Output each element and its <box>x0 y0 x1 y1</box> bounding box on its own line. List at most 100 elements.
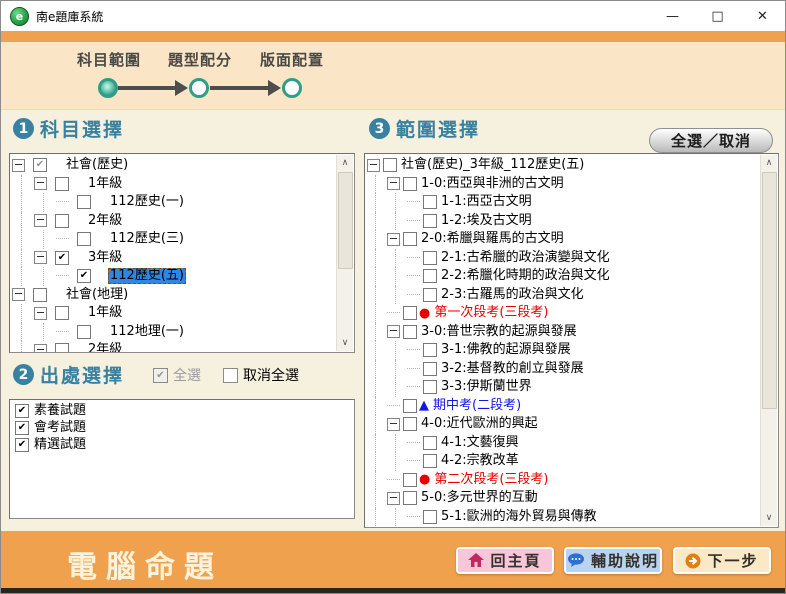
node-checkbox[interactable] <box>423 195 437 209</box>
collapse-toggle-icon[interactable] <box>387 418 400 431</box>
help-button[interactable]: 輔助說明 <box>564 547 662 574</box>
tree-node[interactable]: 2-1:古希臘的政治演變與文化 <box>367 249 760 268</box>
node-checkbox[interactable] <box>383 158 397 172</box>
tree-node[interactable]: 2-2:希臘化時期的政治與文化 <box>367 267 760 286</box>
toggle-all-button[interactable]: 全選／取消 <box>649 128 773 153</box>
collapse-toggle-icon[interactable] <box>387 233 400 246</box>
tree-node[interactable]: 112歷史(一) <box>12 193 336 212</box>
node-checkbox[interactable] <box>55 251 69 265</box>
tree-node[interactable]: 112歷史(三) <box>12 230 336 249</box>
collapse-toggle-icon[interactable] <box>34 177 47 190</box>
tree-node[interactable]: 112地理(一) <box>12 323 336 342</box>
node-checkbox[interactable] <box>77 269 91 283</box>
tree-node[interactable]: 2-3:古羅馬的政治與文化 <box>367 286 760 305</box>
tree-node[interactable]: 1年級 <box>12 304 336 323</box>
collapse-toggle-icon[interactable] <box>387 325 400 338</box>
tree-node[interactable]: 3-0:普世宗教的起源與發展 <box>367 323 760 342</box>
node-checkbox[interactable] <box>55 177 69 191</box>
scroll-up-icon[interactable]: ∧ <box>337 155 353 171</box>
node-checkbox[interactable] <box>33 158 47 172</box>
tree-node[interactable]: 3-3:伊斯蘭世界 <box>367 378 760 397</box>
tree-node[interactable]: 2-0:希臘與羅馬的古文明 <box>367 230 760 249</box>
tree-node[interactable]: 1-1:西亞古文明 <box>367 193 760 212</box>
range-tree-scrollbar[interactable]: ∧ ∨ <box>760 155 777 526</box>
scroll-up-icon[interactable]: ∧ <box>761 155 777 171</box>
collapse-toggle-icon[interactable] <box>387 492 400 505</box>
maximize-button[interactable]: □ <box>695 1 740 31</box>
node-checkbox[interactable] <box>403 473 417 487</box>
tree-node[interactable]: 5-0:多元世界的互動 <box>367 489 760 508</box>
collapse-toggle-icon[interactable] <box>12 159 25 172</box>
node-checkbox[interactable] <box>403 491 417 505</box>
node-checkbox[interactable] <box>55 306 69 320</box>
tree-node[interactable]: ▲期中考(二段考) <box>367 397 760 416</box>
collapse-toggle-icon[interactable] <box>34 307 47 320</box>
node-checkbox[interactable] <box>423 380 437 394</box>
node-checkbox[interactable] <box>423 454 437 468</box>
node-checkbox[interactable] <box>55 343 69 353</box>
source-list-item[interactable]: 會考試題 <box>12 419 352 436</box>
source-item-checkbox[interactable] <box>15 404 29 418</box>
source-item-checkbox[interactable] <box>15 421 29 435</box>
tree-node[interactable]: ●第一次段考(三段考) <box>367 304 760 323</box>
node-checkbox[interactable] <box>55 214 69 228</box>
tree-node[interactable]: 2年級 <box>12 341 336 353</box>
tree-node[interactable]: 3-1:佛教的起源與發展 <box>367 341 760 360</box>
node-checkbox[interactable] <box>423 343 437 357</box>
node-checkbox[interactable] <box>403 232 417 246</box>
node-checkbox[interactable] <box>423 251 437 265</box>
node-checkbox[interactable] <box>403 325 417 339</box>
subject-panel-heading: 1 科目選擇 <box>13 115 124 142</box>
source-list-item[interactable]: 素養試題 <box>12 402 352 419</box>
node-checkbox[interactable] <box>423 510 437 524</box>
tree-node[interactable]: 4-2:宗教改革 <box>367 452 760 471</box>
collapse-toggle-icon[interactable] <box>34 214 47 227</box>
tree-node[interactable]: 社會(地理) <box>12 286 336 305</box>
subject-tree-scrollbar[interactable]: ∧ ∨ <box>336 155 353 351</box>
node-checkbox[interactable] <box>423 214 437 228</box>
tree-node[interactable]: 1-0:西亞與非洲的古文明 <box>367 175 760 194</box>
next-step-button[interactable]: 下一步 <box>673 547 771 574</box>
collapse-toggle-icon[interactable] <box>367 159 380 172</box>
source-item-checkbox[interactable] <box>15 438 29 452</box>
node-checkbox[interactable] <box>77 232 91 246</box>
tree-node[interactable]: 3年級 <box>12 249 336 268</box>
tree-node[interactable]: 1-2:埃及古文明 <box>367 212 760 231</box>
tree-node[interactable]: 1年級 <box>12 175 336 194</box>
node-checkbox[interactable] <box>77 325 91 339</box>
tree-node[interactable]: 112歷史(五) <box>12 267 336 286</box>
node-checkbox[interactable] <box>403 417 417 431</box>
collapse-toggle-icon[interactable] <box>34 251 47 264</box>
collapse-toggle-icon[interactable] <box>12 288 25 301</box>
source-list-item[interactable]: 精選試題 <box>12 436 352 453</box>
scroll-down-icon[interactable]: ∨ <box>761 510 777 526</box>
node-checkbox[interactable] <box>423 436 437 450</box>
node-checkbox[interactable] <box>403 177 417 191</box>
deselect-all-checkbox[interactable]: 取消全選 <box>223 365 299 385</box>
close-button[interactable]: ✕ <box>740 1 785 31</box>
scroll-thumb[interactable] <box>762 172 777 409</box>
tree-node[interactable]: 社會(歷史) <box>12 156 336 175</box>
collapse-toggle-icon[interactable] <box>34 344 47 353</box>
home-button[interactable]: 回主頁 <box>456 547 554 574</box>
select-all-checkbox[interactable]: 全選 <box>153 365 201 385</box>
minimize-button[interactable]: — <box>650 1 695 31</box>
scroll-down-icon[interactable]: ∨ <box>337 335 353 351</box>
tree-node[interactable]: 3-2:基督教的創立與發展 <box>367 360 760 379</box>
scroll-thumb[interactable] <box>338 172 353 269</box>
tree-node[interactable]: 2年級 <box>12 212 336 231</box>
tree-node[interactable]: 5-1:歐洲的海外貿易與傳教 <box>367 508 760 527</box>
node-checkbox[interactable] <box>423 362 437 376</box>
node-checkbox[interactable] <box>403 399 417 413</box>
collapse-toggle-icon[interactable] <box>387 177 400 190</box>
tree-node[interactable]: ●第二次段考(三段考) <box>367 471 760 490</box>
tree-node[interactable]: 社會(歷史)_3年級_112歷史(五) <box>367 156 760 175</box>
tree-node[interactable]: 4-0:近代歐洲的興起 <box>367 415 760 434</box>
tree-node[interactable]: 4-1:文藝復興 <box>367 434 760 453</box>
node-checkbox[interactable] <box>403 306 417 320</box>
brand-title: 電腦命題 <box>67 542 223 586</box>
node-checkbox[interactable] <box>423 288 437 302</box>
node-checkbox[interactable] <box>77 195 91 209</box>
node-checkbox[interactable] <box>423 269 437 283</box>
node-checkbox[interactable] <box>33 288 47 302</box>
